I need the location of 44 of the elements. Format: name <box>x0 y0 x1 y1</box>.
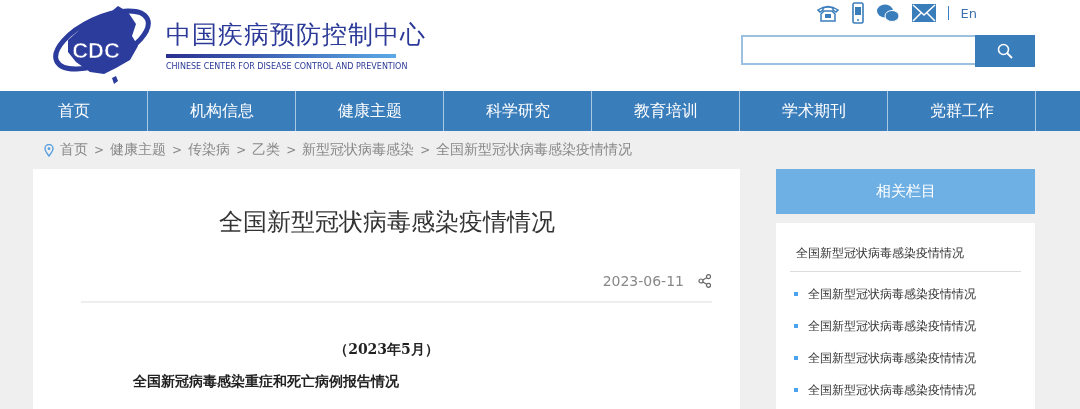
breadcrumb-link[interactable]: 传染病 <box>188 141 231 159</box>
breadcrumb-separator: > <box>172 143 183 157</box>
location-pin-icon <box>44 143 54 157</box>
share-icon[interactable] <box>698 274 712 288</box>
breadcrumb-separator: > <box>286 143 297 157</box>
nav-item[interactable]: 教育培训 <box>592 91 740 131</box>
sidebar-title: 相关栏目 <box>776 169 1035 214</box>
nav-item[interactable]: 健康主题 <box>296 91 444 131</box>
nav-item[interactable]: 机构信息 <box>148 91 296 131</box>
sidebar-link[interactable]: 全国新型冠状病毒感染疫情情况 <box>808 285 976 303</box>
bullet-icon <box>794 324 798 328</box>
mobile-phone-icon[interactable] <box>851 2 864 24</box>
sidebar-link[interactable]: 全国新型冠状病毒感染疫情情况 <box>808 317 976 335</box>
search-field[interactable] <box>741 35 975 65</box>
breadcrumb-separator: > <box>420 143 431 157</box>
article-title: 全国新型冠状病毒感染疫情情况 <box>217 207 556 238</box>
nav-item[interactable]: 党群工作 <box>888 91 1036 131</box>
nav-item[interactable]: 首页 <box>0 91 148 131</box>
mail-icon[interactable] <box>911 4 936 22</box>
search-button[interactable] <box>975 35 1035 67</box>
site-name: 中国疾病预防控制中心 <box>166 20 426 50</box>
nav-item[interactable]: 学术期刊 <box>740 91 888 131</box>
breadcrumb-separator: > <box>94 143 105 157</box>
chat-icon[interactable] <box>875 3 900 23</box>
bullet-icon <box>794 356 798 360</box>
sidebar-heading[interactable]: 全国新型冠状病毒感染疫情情况 <box>790 245 1021 272</box>
breadcrumb-link[interactable]: 乙类 <box>252 141 281 159</box>
breadcrumb-link[interactable]: 健康主题 <box>110 141 167 159</box>
sidebar-link[interactable]: 全国新型冠状病毒感染疫情情况 <box>808 381 976 399</box>
bullet-icon <box>794 388 798 392</box>
site-name-english: CHINESE CENTER FOR DISEASE CONTROL AND PREVENTION <box>166 62 409 71</box>
language-link[interactable]: En <box>960 5 977 21</box>
breadcrumb-separator: > <box>236 143 247 157</box>
telephone-icon[interactable] <box>815 3 840 23</box>
breadcrumb-link[interactable]: 新型冠状病毒感染 <box>302 141 415 159</box>
article-subtitle: （2023年5月） <box>333 341 440 359</box>
bullet-icon <box>794 292 798 296</box>
search-icon <box>997 43 1013 59</box>
breadcrumb-link[interactable]: 全国新型冠状病毒感染疫情情况 <box>436 141 633 159</box>
publish-date: 2023-06-11 <box>602 273 684 289</box>
nav-item[interactable]: 科学研究 <box>444 91 592 131</box>
sidebar-link[interactable]: 全国新型冠状病毒感染疫情情况 <box>808 349 976 367</box>
breadcrumb-link[interactable]: 首页 <box>60 141 88 159</box>
section-heading: 全国新冠病毒感染重症和死亡病例报告情况 <box>133 373 400 391</box>
